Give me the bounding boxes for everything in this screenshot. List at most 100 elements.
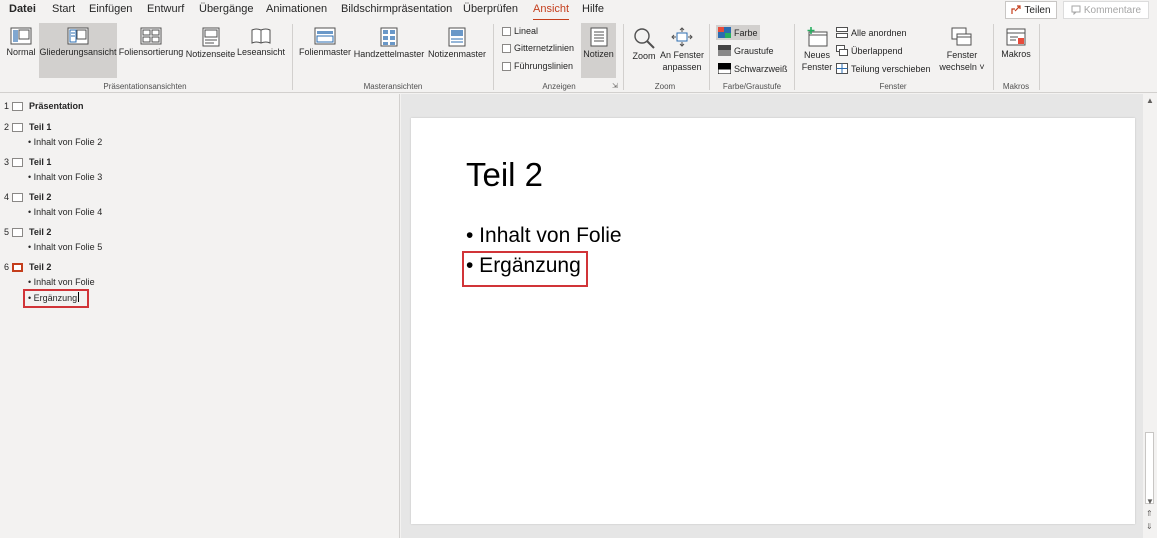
comments-button[interactable]: Kommentare bbox=[1063, 1, 1149, 19]
normal-view-button[interactable]: Normal bbox=[3, 24, 39, 74]
group-label-macros: Makros bbox=[1002, 82, 1030, 91]
black-white-button[interactable]: Schwarzweiß bbox=[716, 61, 790, 76]
handout-master-button[interactable]: Handzettelmaster bbox=[353, 24, 425, 74]
slide-number: 4 bbox=[3, 192, 9, 202]
tab-entwurf[interactable]: Entwurf bbox=[147, 3, 184, 15]
color-button[interactable]: Farbe bbox=[716, 25, 760, 40]
slide-title[interactable]: Teil 2 bbox=[466, 156, 543, 194]
highlight-box-slide bbox=[462, 251, 588, 287]
scroll-up-icon[interactable]: ▲ bbox=[1146, 96, 1154, 105]
reading-view-button[interactable]: Leseansicht bbox=[237, 24, 285, 74]
scrollbar-thumb[interactable] bbox=[1145, 432, 1154, 504]
separator bbox=[709, 24, 710, 90]
outline-view-icon bbox=[67, 27, 89, 45]
ruler-checkbox-box[interactable] bbox=[502, 26, 511, 36]
slide-icon[interactable] bbox=[12, 123, 23, 132]
outline-title[interactable]: Teil 2 bbox=[29, 227, 51, 237]
share-button[interactable]: Teilen bbox=[1005, 1, 1057, 19]
slide-icon[interactable] bbox=[12, 102, 23, 111]
notes-master-button[interactable]: Notizenmaster bbox=[426, 24, 488, 74]
tab-ueberpruefen[interactable]: Überprüfen bbox=[463, 3, 518, 15]
outline-bullet[interactable]: • Inhalt von Folie 5 bbox=[28, 242, 102, 252]
outline-pane[interactable]: 1 Präsentation 2 Teil 1 • Inhalt von Fol… bbox=[0, 94, 400, 538]
arrange-all-button[interactable]: Alle anordnen bbox=[834, 25, 909, 40]
slide-icon[interactable] bbox=[12, 158, 23, 167]
notes-button[interactable]: Notizen bbox=[581, 23, 616, 78]
tab-uebergaenge[interactable]: Übergänge bbox=[199, 3, 253, 15]
comment-icon bbox=[1071, 5, 1081, 15]
macros-icon bbox=[1006, 28, 1026, 46]
zoom-button[interactable]: Zoom bbox=[629, 24, 659, 74]
tab-hilfe[interactable]: Hilfe bbox=[582, 3, 604, 15]
magnifier-icon bbox=[634, 28, 655, 49]
slide-master-button[interactable]: Folienmaster bbox=[298, 24, 352, 74]
slide-sorter-button[interactable]: Foliensortierung bbox=[118, 24, 184, 74]
slide-icon-active[interactable] bbox=[12, 263, 23, 272]
fit-to-window-button[interactable]: An Fenster anpassen bbox=[660, 24, 704, 79]
slide-master-label: Folienmaster bbox=[298, 47, 352, 57]
previous-slide-icon[interactable]: ⇑ bbox=[1146, 509, 1153, 518]
guides-checkbox-box[interactable] bbox=[502, 61, 511, 71]
gridlines-checkbox[interactable]: Gitternetzlinien bbox=[502, 43, 574, 53]
notes-master-icon bbox=[448, 27, 466, 47]
outline-title[interactable]: Teil 1 bbox=[29, 157, 51, 167]
grayscale-button[interactable]: Graustufe bbox=[716, 43, 776, 58]
tab-ansicht[interactable]: Ansicht bbox=[533, 3, 570, 21]
next-slide-icon[interactable]: ⇓ bbox=[1146, 522, 1153, 531]
separator bbox=[1039, 24, 1040, 90]
slide-icon[interactable] bbox=[12, 228, 23, 237]
group-label-color-grayscale: Farbe/Graustufe bbox=[722, 82, 782, 91]
outline-bullet[interactable]: • Inhalt von Folie 4 bbox=[28, 207, 102, 217]
scroll-down-icon[interactable]: ▼ bbox=[1146, 497, 1154, 506]
arrange-all-label: Alle anordnen bbox=[851, 27, 907, 38]
notes-master-label: Notizenmaster bbox=[427, 49, 487, 59]
color-icon bbox=[718, 27, 731, 38]
macros-button[interactable]: Makros bbox=[999, 24, 1033, 74]
outline-bullet[interactable]: • Inhalt von Folie 3 bbox=[28, 172, 102, 182]
outline-title[interactable]: Teil 2 bbox=[29, 262, 51, 272]
guides-checkbox[interactable]: Führungslinien bbox=[502, 61, 573, 71]
outline-title[interactable]: Präsentation bbox=[29, 101, 84, 111]
switch-windows-icon bbox=[951, 27, 972, 46]
cascade-button[interactable]: Überlappend bbox=[834, 43, 905, 58]
outline-title[interactable]: Teil 1 bbox=[29, 122, 51, 132]
slide-canvas[interactable]: Teil 2 • Inhalt von Folie • Ergänzung bbox=[411, 118, 1135, 524]
new-window-label-1: Neues bbox=[803, 50, 830, 60]
fit-to-window-label-2: anpassen bbox=[662, 62, 702, 72]
black-white-label: Schwarzweiß bbox=[734, 63, 788, 74]
tab-bildschirmpraesentation[interactable]: Bildschirmpräsentation bbox=[341, 3, 452, 15]
notes-page-button[interactable]: Notizenseite bbox=[185, 24, 236, 74]
ruler-label: Lineal bbox=[514, 26, 539, 36]
vertical-scrollbar[interactable]: ▲ ▼ ⇑ ⇓ bbox=[1143, 94, 1157, 538]
ruler-checkbox[interactable]: Lineal bbox=[502, 26, 538, 36]
reading-view-icon bbox=[251, 28, 271, 44]
group-label-window: Fenster bbox=[879, 82, 907, 91]
grayscale-icon bbox=[718, 45, 731, 56]
group-label-zoom: Zoom bbox=[654, 82, 676, 91]
group-label-presentation-views: Präsentationsansichten bbox=[103, 82, 187, 91]
dialog-launcher-icon[interactable]: ⇲ bbox=[612, 82, 618, 90]
group-label-show: Anzeigen bbox=[542, 82, 576, 91]
outline-title[interactable]: Teil 2 bbox=[29, 192, 51, 202]
slide-icon[interactable] bbox=[12, 193, 23, 202]
tab-start[interactable]: Start bbox=[52, 3, 75, 15]
tab-einfuegen[interactable]: Einfügen bbox=[89, 3, 132, 15]
slide-bullet[interactable]: • Inhalt von Folie bbox=[466, 224, 622, 248]
outline-bullet[interactable]: • Inhalt von Folie bbox=[28, 277, 95, 287]
new-window-button[interactable]: Neues Fenster bbox=[801, 24, 833, 79]
gridlines-checkbox-box[interactable] bbox=[502, 43, 511, 53]
move-split-button[interactable]: Teilung verschieben bbox=[834, 61, 933, 76]
tab-datei[interactable]: Datei bbox=[9, 3, 36, 15]
normal-view-icon bbox=[10, 27, 32, 45]
slide-editor: Teil 2 • Inhalt von Folie • Ergänzung bbox=[401, 94, 1143, 538]
notes-page-icon bbox=[202, 27, 219, 47]
notes-page-label: Notizenseite bbox=[185, 49, 236, 59]
outline-view-button[interactable]: Gliederungsansicht bbox=[39, 23, 117, 78]
slide-sorter-label: Foliensortierung bbox=[118, 47, 184, 57]
tab-animationen[interactable]: Animationen bbox=[266, 3, 327, 15]
outline-bullet[interactable]: • Inhalt von Folie 2 bbox=[28, 137, 102, 147]
outline-view-label: Gliederungsansicht bbox=[39, 47, 117, 57]
grayscale-label: Graustufe bbox=[734, 45, 774, 56]
switch-windows-button[interactable]: Fenster wechseln ˅ bbox=[938, 24, 986, 79]
separator bbox=[993, 24, 994, 90]
